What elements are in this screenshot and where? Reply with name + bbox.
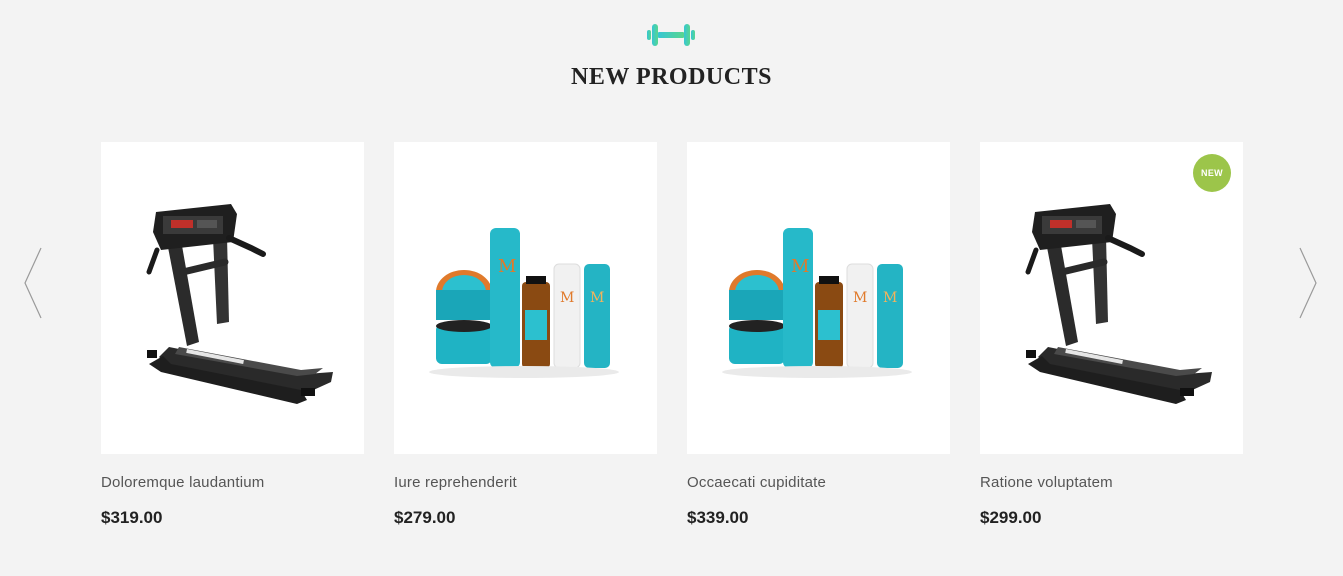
product-card[interactable]: Doloremque laudantium $319.00 <box>101 142 364 542</box>
product-price: $279.00 <box>394 508 456 527</box>
svg-text:M: M <box>590 290 604 306</box>
product-card[interactable]: M M M Occaecati cupiditate $339.00 <box>687 142 950 542</box>
product-name[interactable]: Doloremque laudantium <box>101 474 264 491</box>
product-name[interactable]: Iure reprehenderit <box>394 474 517 491</box>
treadmill-image[interactable] <box>101 142 364 454</box>
svg-text:M: M <box>883 290 897 306</box>
product-price: $339.00 <box>687 508 749 527</box>
section-title: NEW PRODUCTS <box>571 64 772 90</box>
product-price: $299.00 <box>980 508 1042 527</box>
new-products-section: NEW PRODUCTS Doloremque laudantium $319.… <box>0 0 1343 576</box>
product-name[interactable]: Occaecati cupiditate <box>687 474 826 491</box>
svg-text:M: M <box>498 256 516 277</box>
svg-text:M: M <box>853 290 867 306</box>
svg-text:M: M <box>791 256 809 277</box>
product-price: $319.00 <box>101 508 163 527</box>
new-badge: NEW <box>1193 154 1231 192</box>
svg-text:M: M <box>560 290 574 306</box>
product-card[interactable]: M M M Iure reprehenderit $279.00 <box>394 142 657 542</box>
product-name[interactable]: Ratione voluptatem <box>980 474 1113 491</box>
product-card[interactable]: NEW Ratione voluptatem $299.00 <box>980 142 1243 542</box>
chevron-left-icon[interactable] <box>22 246 44 320</box>
haircare-products-image[interactable]: M M M <box>394 142 657 454</box>
haircare-products-image[interactable]: M M M <box>687 142 950 454</box>
dumbbell-icon <box>647 24 695 46</box>
treadmill-image[interactable]: NEW <box>980 142 1243 454</box>
chevron-right-icon[interactable] <box>1297 246 1319 320</box>
